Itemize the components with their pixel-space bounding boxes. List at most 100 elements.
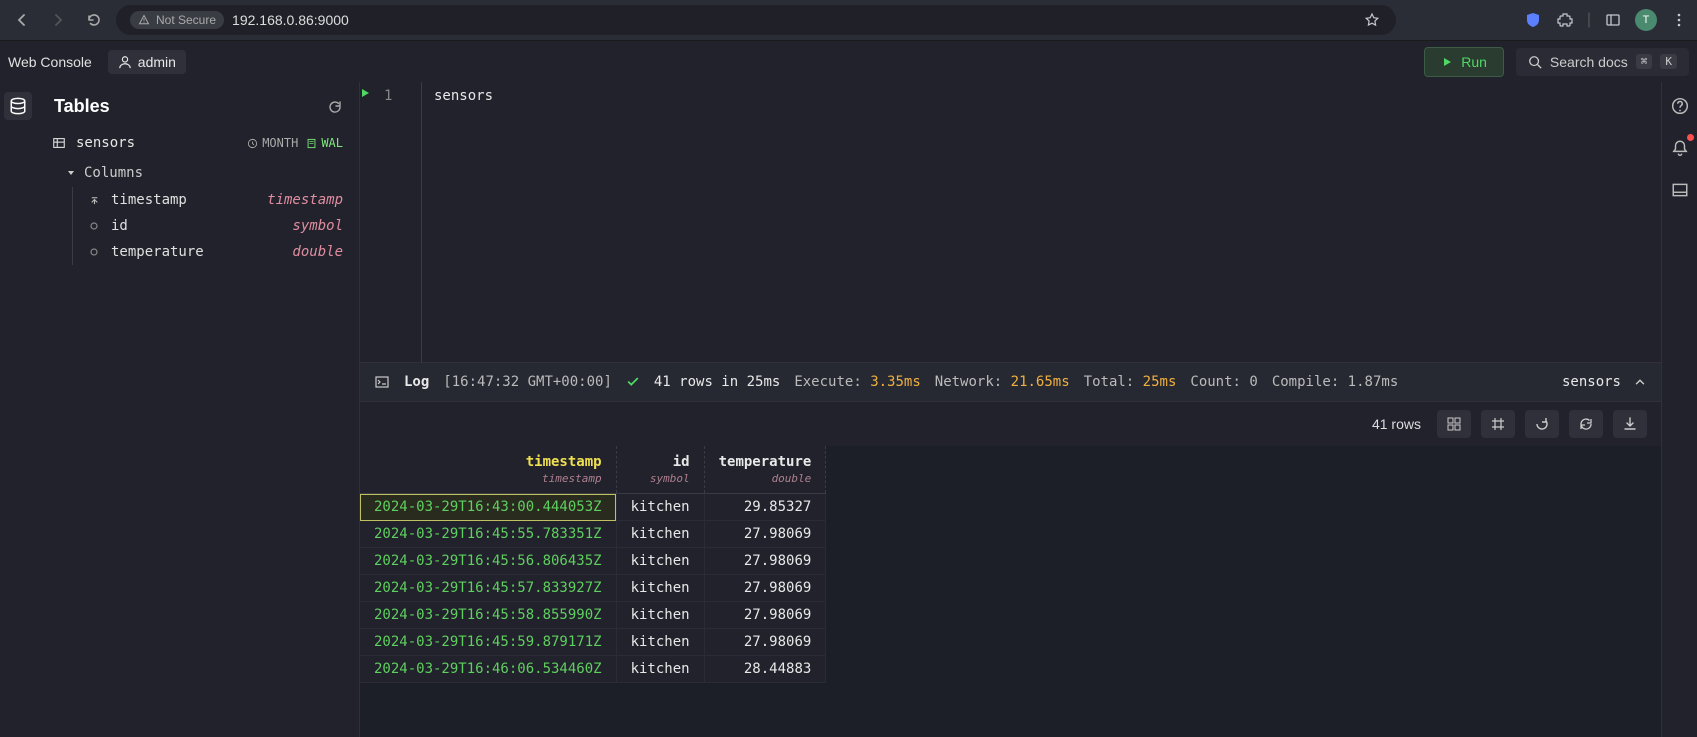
download-button[interactable] — [1613, 410, 1647, 438]
table-row[interactable]: 2024-03-29T16:46:06.534460Zkitchen28.448… — [360, 656, 826, 683]
cell-id[interactable]: kitchen — [616, 602, 704, 629]
column-name: id — [111, 218, 128, 234]
sql-editor[interactable]: 1 sensors — [360, 82, 1661, 362]
total-label: Total: — [1084, 374, 1135, 390]
cell-timestamp[interactable]: 2024-03-29T16:46:06.534460Z — [360, 656, 616, 683]
cell-timestamp[interactable]: 2024-03-29T16:45:59.879171Z — [360, 629, 616, 656]
table-row[interactable]: 2024-03-29T16:45:59.879171Zkitchen27.980… — [360, 629, 826, 656]
not-secure-badge: Not Secure — [130, 11, 224, 29]
column-type: timestamp — [267, 192, 343, 208]
table-row[interactable]: 2024-03-29T16:43:00.444053Zkitchen29.853… — [360, 494, 826, 521]
grid-view-button[interactable] — [1437, 410, 1471, 438]
shield-icon[interactable] — [1523, 10, 1543, 30]
admin-label: admin — [138, 54, 176, 70]
cell-id[interactable]: kitchen — [616, 494, 704, 521]
columns-label: Columns — [84, 165, 143, 181]
triangle-down-icon — [66, 168, 76, 178]
admin-user-chip[interactable]: admin — [108, 50, 186, 74]
collapse-log-button[interactable] — [1633, 375, 1647, 389]
table-row[interactable]: 2024-03-29T16:45:58.855990Zkitchen27.980… — [360, 602, 826, 629]
header-type: symbol — [631, 472, 690, 485]
cell-temperature[interactable]: 28.44883 — [704, 656, 826, 683]
check-icon — [626, 375, 640, 389]
sidepanel-icon[interactable] — [1603, 10, 1623, 30]
column-header[interactable]: timestamp timestamp — [360, 446, 616, 494]
content-area: 1 sensors Log [16:47:32 GMT+00:00] 41 ro… — [360, 82, 1661, 737]
column-type: symbol — [292, 218, 343, 234]
column-header[interactable]: temperature double — [704, 446, 826, 494]
table-node-sensors[interactable]: sensors MONTH WAL — [36, 127, 359, 159]
run-line-icon[interactable] — [360, 88, 370, 356]
cell-id[interactable]: kitchen — [616, 629, 704, 656]
rerun-button[interactable] — [1525, 410, 1559, 438]
cell-temperature[interactable]: 27.98069 — [704, 602, 826, 629]
kbd-cmd: ⌘ — [1636, 54, 1653, 69]
kbd-k: K — [1660, 54, 1677, 69]
cell-id[interactable]: kitchen — [616, 521, 704, 548]
table-row[interactable]: 2024-03-29T16:45:56.806435Zkitchen27.980… — [360, 548, 826, 575]
search-docs-button[interactable]: Search docs ⌘ K — [1516, 48, 1689, 76]
cell-temperature[interactable]: 29.85327 — [704, 494, 826, 521]
browser-back-button[interactable] — [8, 6, 36, 34]
profile-avatar[interactable]: T — [1635, 9, 1657, 31]
bookmark-star-icon[interactable] — [1362, 10, 1382, 30]
url-text: 192.168.0.86:9000 — [232, 12, 349, 28]
results-grid[interactable]: timestamp timestamp idsymbol temperature dou… — [360, 446, 1661, 737]
warning-icon — [138, 14, 150, 26]
column-item[interactable]: timestamptimestamp — [73, 187, 359, 213]
cell-id[interactable]: kitchen — [616, 575, 704, 602]
not-secure-label: Not Secure — [156, 13, 216, 27]
cell-temperature[interactable]: 27.98069 — [704, 521, 826, 548]
cell-id[interactable]: kitchen — [616, 656, 704, 683]
right-rail — [1661, 82, 1697, 737]
browser-forward-button[interactable] — [44, 6, 72, 34]
freeze-columns-button[interactable] — [1481, 410, 1515, 438]
column-name: temperature — [111, 244, 204, 260]
database-icon[interactable] — [4, 92, 32, 120]
cell-timestamp[interactable]: 2024-03-29T16:45:57.833927Z — [360, 575, 616, 602]
column-item[interactable]: temperature double — [73, 239, 359, 265]
column-header[interactable]: idsymbol — [616, 446, 704, 494]
refresh-results-button[interactable] — [1569, 410, 1603, 438]
header-type: double — [719, 472, 812, 485]
editor-code[interactable]: sensors — [422, 82, 505, 362]
log-bar: Log [16:47:32 GMT+00:00] 41 rows in 25ms… — [360, 362, 1661, 402]
run-button[interactable]: Run — [1424, 47, 1504, 77]
compile-label: Compile: 1.87ms — [1272, 374, 1398, 390]
header-name: timestamp — [526, 454, 602, 470]
cell-temperature[interactable]: 27.98069 — [704, 548, 826, 575]
column-marker-icon — [89, 247, 101, 257]
wal-badge: WAL — [306, 136, 343, 150]
cell-temperature[interactable]: 27.98069 — [704, 629, 826, 656]
cell-temperature[interactable]: 27.98069 — [704, 575, 826, 602]
cell-timestamp[interactable]: 2024-03-29T16:45:55.783351Z — [360, 521, 616, 548]
line-number: 1 — [384, 88, 392, 356]
column-type: double — [292, 244, 343, 260]
browser-menu-icon[interactable] — [1669, 10, 1689, 30]
count-label: Count: 0 — [1190, 374, 1257, 390]
extensions-icon[interactable] — [1555, 10, 1575, 30]
table-row[interactable]: 2024-03-29T16:45:57.833927Zkitchen27.980… — [360, 575, 826, 602]
table-row[interactable]: 2024-03-29T16:45:55.783351Zkitchen27.980… — [360, 521, 826, 548]
cell-timestamp[interactable]: 2024-03-29T16:45:56.806435Z — [360, 548, 616, 575]
cell-timestamp[interactable]: 2024-03-29T16:45:58.855990Z — [360, 602, 616, 629]
columns-toggle[interactable]: Columns — [36, 159, 359, 187]
partition-badge: MONTH — [247, 136, 298, 150]
columns-list: timestamptimestamp id symbol temperature dou… — [72, 187, 359, 265]
column-item[interactable]: id symbol — [73, 213, 359, 239]
refresh-tables-button[interactable] — [327, 99, 343, 115]
cell-id[interactable]: kitchen — [616, 548, 704, 575]
partition-label: MONTH — [262, 136, 298, 150]
notifications-icon[interactable] — [1666, 134, 1694, 162]
header-type: timestamp — [374, 472, 602, 485]
url-bar[interactable]: Not Secure 192.168.0.86:9000 — [116, 5, 1396, 35]
header-name: temperature — [719, 454, 812, 470]
execute-label: Execute: — [794, 374, 861, 390]
sidebar-title: Tables — [54, 96, 110, 117]
cell-timestamp[interactable]: 2024-03-29T16:43:00.444053Z — [360, 494, 616, 521]
run-label: Run — [1461, 54, 1487, 70]
help-icon[interactable] — [1666, 92, 1694, 120]
browser-reload-button[interactable] — [80, 6, 108, 34]
results-toolbar: 41 rows — [360, 402, 1661, 446]
panel-icon[interactable] — [1666, 176, 1694, 204]
